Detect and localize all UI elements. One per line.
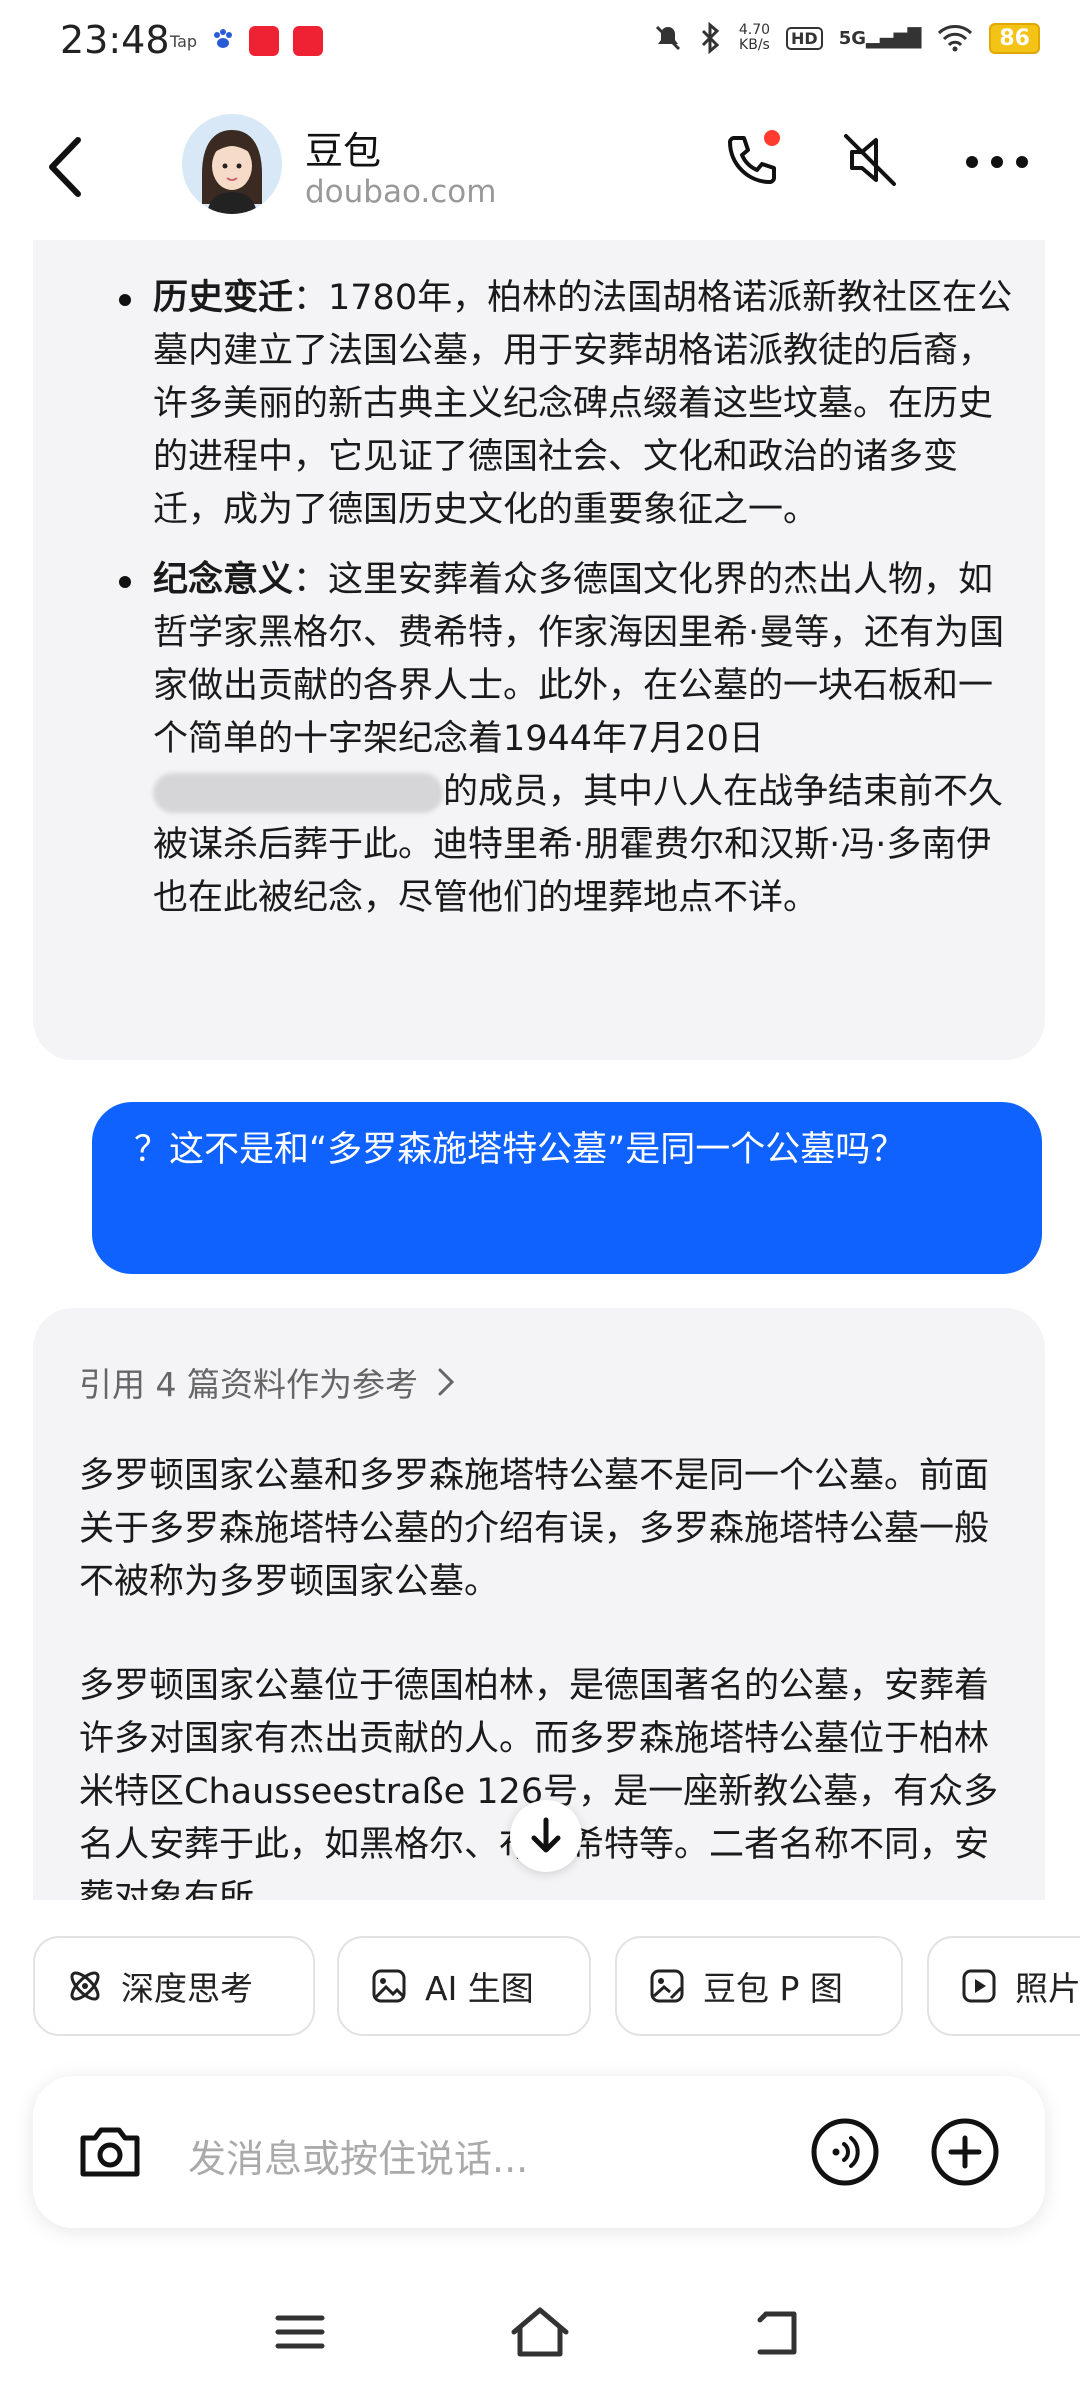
scroll-to-bottom-button[interactable] [510, 1800, 582, 1872]
references-label: 引用 4 篇资料作为参考 [79, 1365, 418, 1404]
bullet-heading: 历史变迁 [153, 278, 294, 318]
chevron-right-icon [438, 1368, 455, 1396]
bullet-list: 历史变迁：1780年，柏林的法国胡格诺派新教社区在公墓内建立了法国公墓，用于安葬… [119, 272, 1019, 942]
chip-photo[interactable]: 照片 [927, 1936, 1080, 2036]
network-speed: 4.70 KB/s [739, 23, 770, 53]
home-icon[interactable] [508, 2304, 572, 2360]
system-status-icons: 4.70 KB/s HD 5G▂▄▆█ 86 [653, 22, 1040, 54]
baidu-app-icon [211, 27, 235, 55]
xiaohongshu-app-icon [293, 26, 324, 56]
bluetooth-icon [701, 22, 720, 54]
chip-label: 豆包 P 图 [703, 1969, 843, 2008]
pinduoduo-app-icon [249, 26, 280, 56]
message-input[interactable]: 发消息或按住说话... [188, 2128, 528, 2183]
chip-label: AI 生图 [425, 1969, 534, 2008]
add-icon[interactable] [929, 2116, 1001, 2188]
list-item: 纪念意义：这里安葬着众多德国文化界的杰出人物，如哲学家黑格尔、费希特，作家海因里… [119, 554, 1019, 925]
chat-area[interactable]: 历史变迁：1780年，柏林的法国胡格诺派新教社区在公墓内建立了法国公墓，用于安葬… [0, 240, 1080, 1900]
mute-icon [655, 25, 680, 51]
avatar[interactable] [182, 114, 282, 214]
chat-header: 豆包 doubao.com [0, 100, 1080, 240]
notification-icons: Tap [170, 26, 324, 56]
image-icon [372, 1969, 406, 2003]
image-edit-icon [650, 1969, 684, 2003]
video-icon [962, 1969, 996, 2003]
system-nav-bar [0, 2290, 1080, 2388]
answer-paragraph: 多罗顿国家公墓和多罗森施塔特公墓不是同一个公墓。前面关于多罗森施塔特公墓的介绍有… [79, 1456, 990, 1602]
hd-badge: HD [786, 26, 823, 50]
bullet-heading: 纪念意义 [153, 560, 294, 600]
phone-call-icon[interactable] [720, 128, 784, 192]
network-speed-unit: KB/s [739, 37, 770, 53]
quick-actions: 深度思考 AI 生图 豆包 P 图 照片 [33, 1936, 1080, 2038]
voice-call-icon[interactable] [809, 2116, 881, 2188]
ai-message: 历史变迁：1780年，柏林的法国胡格诺派新教社区在公墓内建立了法国公墓，用于安葬… [33, 240, 1045, 1060]
menu-icon[interactable] [272, 2304, 328, 2360]
references-link[interactable]: 引用 4 篇资料作为参考 [79, 1358, 456, 1406]
network-speed-value: 4.70 [738, 22, 771, 38]
wifi-icon [938, 25, 973, 52]
back-arrow-icon[interactable] [42, 132, 92, 202]
atom-icon [70, 1971, 100, 2001]
camera-icon[interactable] [75, 2120, 145, 2184]
status-time: 23:48 [60, 18, 170, 62]
arrow-down-icon [531, 1817, 561, 1853]
user-message-text: ？这不是和“多罗森施塔特公墓”是同一个公墓吗？ [134, 1130, 906, 1170]
status-bar: 23:48 Tap 4.70 KB/s HD 5G▂▄▆█ 86 [0, 0, 1080, 80]
signal-5g-icon: 5G▂▄▆█ [838, 27, 922, 49]
redacted-text [153, 773, 443, 813]
chip-label: 深度思考 [121, 1969, 253, 2008]
chip-label: 照片 [1015, 1969, 1080, 2008]
signal-label: 5G [838, 27, 866, 49]
speaker-muted-icon[interactable] [838, 128, 902, 192]
battery-indicator: 86 [989, 22, 1040, 54]
bot-domain: doubao.com [305, 174, 497, 210]
user-message[interactable]: ？这不是和“多罗森施塔特公墓”是同一个公墓吗？ [92, 1102, 1042, 1274]
message-input-bar: 发消息或按住说话... [33, 2076, 1045, 2228]
list-item: 历史变迁：1780年，柏林的法国胡格诺派新教社区在公墓内建立了法国公墓，用于安葬… [119, 272, 1019, 537]
chip-ai-image[interactable]: AI 生图 [337, 1936, 591, 2036]
tap-app-icon: Tap [170, 31, 198, 51]
more-options-icon[interactable] [962, 142, 1032, 182]
chip-deep-thinking[interactable]: 深度思考 [33, 1936, 315, 2036]
chip-p-image[interactable]: 豆包 P 图 [615, 1936, 903, 2036]
bot-name: 豆包 [305, 129, 382, 173]
back-nav-icon[interactable] [750, 2304, 806, 2360]
